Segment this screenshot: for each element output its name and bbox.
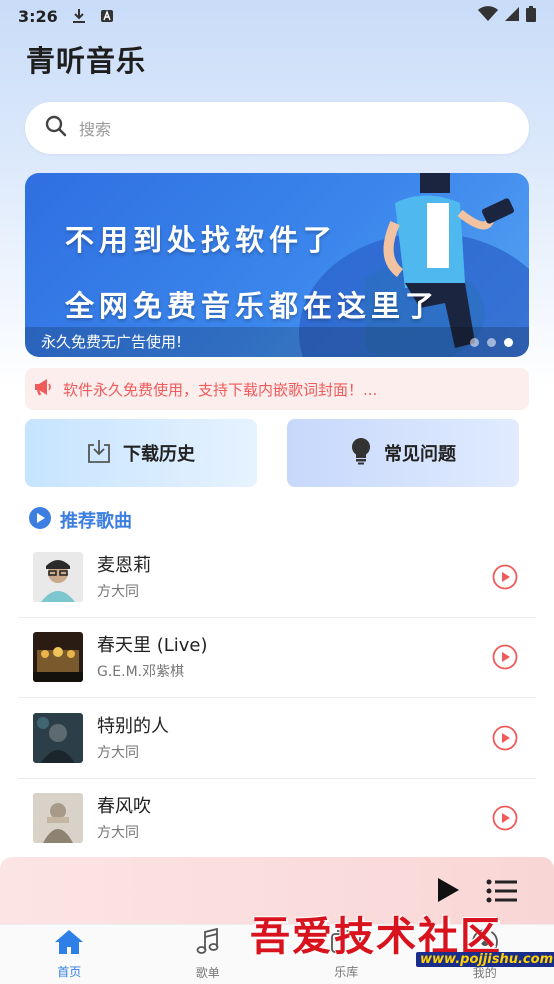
app-title: 青听音乐	[26, 44, 147, 78]
status-bar: 3:26	[0, 0, 554, 32]
banner-dot[interactable]	[487, 338, 496, 347]
banner-caption: 永久免费无广告使用!	[25, 327, 529, 357]
song-title: 麦恩莉	[97, 555, 151, 576]
faq-button[interactable]: 常见问题	[287, 419, 519, 487]
search-placeholder: 搜索	[79, 120, 112, 139]
song-artist: 方大同	[97, 745, 139, 761]
banner-dot[interactable]	[470, 338, 479, 347]
song-row[interactable]: 特别的人 方大同	[18, 698, 536, 779]
song-artist: G.E.M.邓紫棋	[97, 664, 185, 680]
download-status-icon	[72, 8, 86, 24]
promo-banner[interactable]: 不用到处找软件了 全网免费音乐都在这里了 永久免费无广告使用!	[25, 173, 529, 357]
play-button[interactable]	[492, 725, 518, 755]
play-icon[interactable]	[436, 877, 460, 907]
play-button[interactable]	[492, 644, 518, 674]
album-cover	[33, 632, 83, 682]
search-input[interactable]: 搜索	[25, 102, 529, 154]
signal-icon	[504, 6, 520, 26]
notice-bar[interactable]: 软件永久免费使用，支持下载内嵌歌词封面！...	[25, 368, 529, 410]
download-icon	[87, 438, 111, 469]
song-title: 春天里 (Live)	[97, 635, 208, 656]
tab-home[interactable]: 首页	[0, 925, 139, 984]
song-row[interactable]: 麦恩莉 方大同	[18, 537, 536, 618]
search-icon	[45, 115, 67, 141]
battery-icon	[526, 6, 536, 26]
album-cover	[33, 793, 83, 843]
song-artist: 方大同	[97, 584, 139, 600]
tab-label: 歌单	[195, 966, 220, 980]
watermark-url: www.pojjishu.com	[416, 952, 554, 967]
music-note-icon	[196, 927, 220, 960]
play-button[interactable]	[492, 805, 518, 835]
recommended-songs-header: 推荐歌曲	[28, 506, 132, 534]
megaphone-icon	[33, 378, 53, 400]
home-icon	[54, 929, 84, 959]
wifi-icon	[478, 6, 498, 26]
song-row[interactable]: 春风吹 方大同	[18, 778, 536, 859]
section-title: 推荐歌曲	[60, 511, 132, 532]
album-cover	[33, 552, 83, 602]
status-time: 3:26	[18, 6, 58, 26]
keyboard-status-icon	[100, 9, 114, 23]
lightbulb-icon	[350, 437, 372, 470]
banner-pagination[interactable]	[470, 338, 513, 347]
watermark: 吾爱技术社区 www.pojjishu.com	[250, 904, 554, 974]
banner-dot-active[interactable]	[504, 338, 513, 347]
banner-subheadline: 全网免费音乐都在这里了	[65, 289, 440, 323]
faq-label: 常见问题	[384, 444, 456, 465]
tab-label: 首页	[57, 965, 82, 979]
song-title: 春风吹	[97, 796, 151, 817]
banner-headline: 不用到处找软件了	[65, 223, 338, 257]
album-cover	[33, 713, 83, 763]
download-history-button[interactable]: 下载历史	[25, 419, 257, 487]
download-history-label: 下载历史	[123, 444, 195, 465]
playlist-icon[interactable]	[486, 879, 518, 907]
song-title: 特别的人	[97, 716, 169, 737]
song-row[interactable]: 春天里 (Live) G.E.M.邓紫棋	[18, 617, 536, 698]
song-artist: 方大同	[97, 825, 139, 841]
play-circle-icon	[28, 506, 52, 534]
notice-text: 软件永久免费使用，支持下载内嵌歌词封面！...	[63, 380, 378, 399]
play-button[interactable]	[492, 564, 518, 594]
